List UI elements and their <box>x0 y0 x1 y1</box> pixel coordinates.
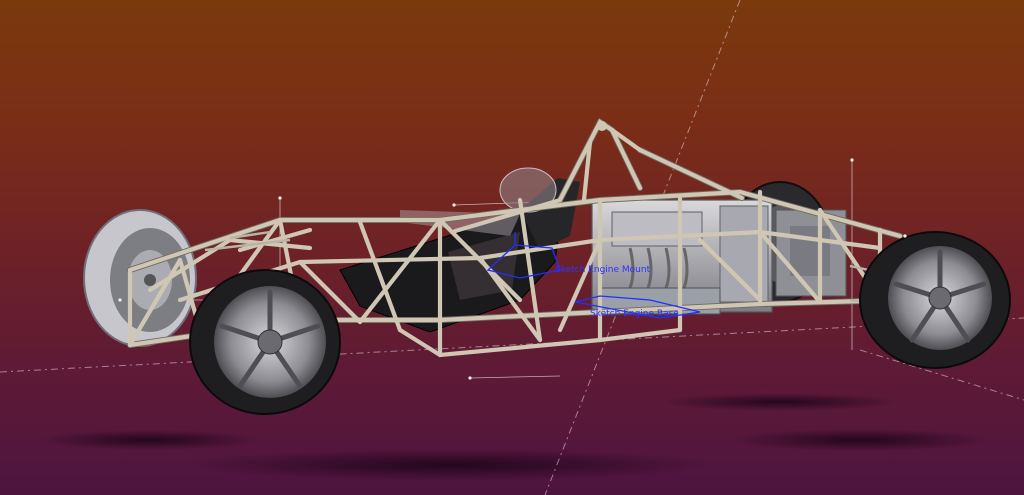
rear-wheel-icon <box>144 274 156 286</box>
ground-shadows <box>40 393 990 481</box>
rear-wheel-right[interactable] <box>189 269 341 415</box>
front-wheel-left[interactable] <box>859 231 1011 369</box>
sketch-label-engine-base[interactable]: Sketch Engine Base <box>590 309 679 319</box>
model-scene[interactable]: Sketch Engine Mount Sketch Engine Base <box>0 0 1024 495</box>
engine-icon <box>775 209 847 297</box>
cad-viewport[interactable]: Sketch Engine Mount Sketch Engine Base <box>0 0 1024 495</box>
roll-hoop-icon <box>597 121 607 131</box>
front-wheel-icon <box>928 286 952 310</box>
sketch-label-engine-mount[interactable]: Sketch Engine Mount <box>555 265 651 275</box>
